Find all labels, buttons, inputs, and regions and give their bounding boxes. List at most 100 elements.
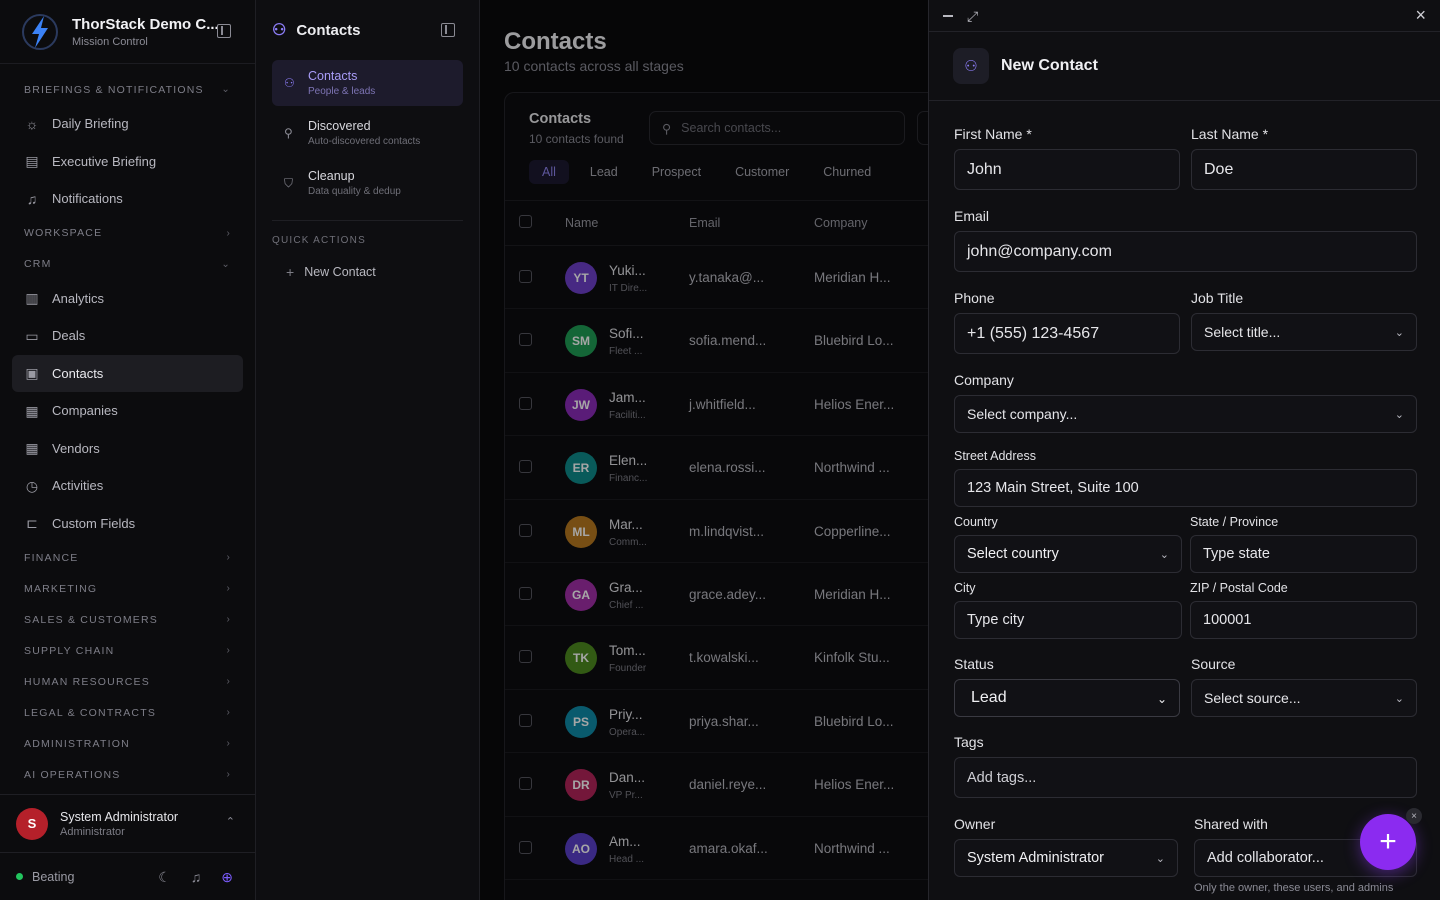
nav-item-companies[interactable]: ▦ Companies [12, 392, 243, 430]
email-field[interactable]: john@company.com [954, 231, 1417, 272]
nav-item-analytics[interactable]: ▥ Analytics [12, 280, 243, 318]
row-checkbox[interactable] [519, 587, 532, 600]
first-name-label: First Name * [954, 126, 1032, 142]
section-supply-chain[interactable]: SUPPLY CHAIN › [0, 635, 255, 666]
nav-item-daily-briefing[interactable]: ☼ Daily Briefing [12, 105, 243, 143]
row-checkbox[interactable] [519, 523, 532, 537]
filter-customer[interactable]: Customer [722, 160, 802, 184]
section-finance[interactable]: FINANCE › [0, 542, 255, 573]
section-sales[interactable]: SALES & CUSTOMERS › [0, 604, 255, 635]
phone-field[interactable]: +1 (555) 123-4567 [954, 313, 1180, 354]
status-label: Beating [32, 869, 75, 884]
job-title-select[interactable]: Select title... ⌄ [1191, 313, 1417, 351]
contact-company: Helios Ener... [814, 396, 895, 412]
section-legal[interactable]: LEGAL & CONTRACTS › [0, 697, 255, 728]
contact-name[interactable]: Yuki... [609, 263, 646, 278]
minimize-icon[interactable] [943, 15, 953, 17]
nav-item-contacts[interactable]: ▣ Contacts [12, 354, 243, 392]
contact-name[interactable]: Mar... [609, 517, 643, 532]
contact-name[interactable]: Tom... [609, 643, 646, 658]
row-checkbox[interactable] [519, 777, 532, 791]
tags-input[interactable]: Add tags... [954, 757, 1417, 798]
filter-prospect[interactable]: Prospect [639, 160, 714, 184]
section-briefings[interactable]: BRIEFINGS & NOTIFICATIONS ⌄ [0, 74, 255, 105]
contact-email: daniel.reye... [689, 777, 767, 793]
section-marketing[interactable]: MARKETING › [0, 573, 255, 604]
sun-icon: ☼ [25, 115, 39, 132]
user-search-icon: ⚲ [284, 126, 293, 140]
close-icon[interactable]: × [1415, 5, 1426, 26]
chevron-down-icon: ⌄ [1394, 327, 1404, 339]
contacts-subnav: ⚇ Contacts ⚇ Contacts People & leads ⚲ Di… [256, 0, 480, 900]
country-select[interactable]: Select country ⌄ [954, 535, 1182, 573]
select-all-checkbox[interactable] [519, 215, 532, 228]
contact-company: Helios Ener... [814, 777, 895, 793]
column-email[interactable]: Email [689, 216, 720, 230]
nav-item-notifications[interactable]: ♫ Notifications [12, 180, 243, 218]
zip-field[interactable]: 100001 [1190, 601, 1417, 639]
briefcase-icon: ▤ [25, 153, 39, 170]
plus-circle-icon[interactable]: ⊕ [221, 869, 233, 886]
nav-item-executive-briefing[interactable]: ▤ Executive Briefing [12, 143, 243, 181]
section-administration[interactable]: ADMINISTRATION › [0, 728, 255, 759]
contact-email: j.whitfield... [689, 396, 756, 412]
state-label: State / Province [1190, 515, 1279, 529]
contact-name[interactable]: Sofi... [609, 326, 644, 341]
subnav-item-contacts[interactable]: ⚇ Contacts People & leads [272, 60, 463, 106]
section-ai-operations[interactable]: AI OPERATIONS › [0, 759, 255, 790]
quick-action-new-contact[interactable]: + New Contact [256, 255, 479, 289]
sidebar-collapse-icon[interactable] [217, 24, 231, 38]
subnav-header: ⚇ Contacts [256, 0, 479, 60]
filter-churned[interactable]: Churned [810, 160, 884, 184]
search-input[interactable]: ⚲ Search contacts... [649, 111, 905, 145]
contact-company: Meridian H... [814, 270, 891, 285]
section-hr[interactable]: HUMAN RESOURCES › [0, 666, 255, 697]
contact-name[interactable]: Dan... [609, 770, 645, 785]
city-field[interactable]: Type city [954, 601, 1182, 639]
chevron-down-icon: ⌄ [1156, 692, 1167, 706]
contact-name[interactable]: Elen... [609, 453, 647, 468]
section-crm[interactable]: CRM ⌄ [0, 249, 255, 280]
filter-all[interactable]: All [529, 160, 569, 184]
status-select[interactable]: Lead ⌄ [954, 679, 1180, 717]
row-checkbox[interactable] [519, 333, 532, 347]
last-name-field[interactable]: Doe [1191, 149, 1417, 190]
nav-item-activities[interactable]: ◷ Activities [12, 467, 243, 505]
column-company[interactable]: Company [814, 216, 868, 230]
bell-icon[interactable]: ♫ [191, 869, 202, 886]
nav-item-vendors[interactable]: ▦ Vendors [12, 430, 243, 468]
state-field[interactable]: Type state [1190, 535, 1417, 573]
contact-name[interactable]: Priy... [609, 707, 643, 722]
dismiss-fab-icon[interactable]: × [1406, 808, 1422, 824]
expand-icon[interactable]: ⤢ [967, 8, 978, 25]
row-checkbox[interactable] [519, 840, 532, 854]
row-checkbox[interactable] [519, 396, 532, 410]
first-name-field[interactable]: John [954, 149, 1180, 190]
company-select[interactable]: Select company... ⌄ [954, 395, 1417, 433]
contact-name[interactable]: Jam... [609, 390, 646, 405]
user-menu[interactable]: S System Administrator Administrator ⌃ [0, 794, 255, 852]
floating-add-button[interactable]: + [1360, 814, 1416, 870]
row-checkbox[interactable] [519, 713, 532, 727]
contact-name[interactable]: Gra... [609, 580, 643, 595]
nav-item-custom-fields[interactable]: ⊏ Custom Fields [12, 505, 243, 543]
column-name[interactable]: Name [565, 216, 598, 230]
filter-lead[interactable]: Lead [577, 160, 631, 184]
subnav-item-cleanup[interactable]: ⛉ Cleanup Data quality & dedup [272, 160, 463, 206]
subnav-collapse-icon[interactable] [441, 23, 455, 37]
street-field[interactable]: 123 Main Street, Suite 100 [954, 469, 1417, 507]
source-select[interactable]: Select source... ⌄ [1191, 679, 1417, 717]
row-checkbox[interactable] [519, 460, 532, 474]
contact-name[interactable]: Am... [609, 834, 641, 849]
row-checkbox[interactable] [519, 650, 532, 664]
owner-select[interactable]: System Administrator ⌄ [954, 839, 1178, 877]
section-workspace[interactable]: WORKSPACE › [0, 218, 255, 249]
building-icon: ▦ [25, 402, 39, 419]
nav-item-deals[interactable]: ▭ Deals [12, 317, 243, 355]
row-checkbox[interactable] [519, 270, 532, 283]
brand[interactable]: ThorStack Demo C... Mission Control [0, 0, 255, 64]
users-icon: ⚇ [272, 22, 287, 39]
user-name: System Administrator [60, 809, 179, 824]
subnav-item-discovered[interactable]: ⚲ Discovered Auto-discovered contacts [272, 110, 463, 156]
moon-icon[interactable]: ☾ [158, 869, 171, 886]
